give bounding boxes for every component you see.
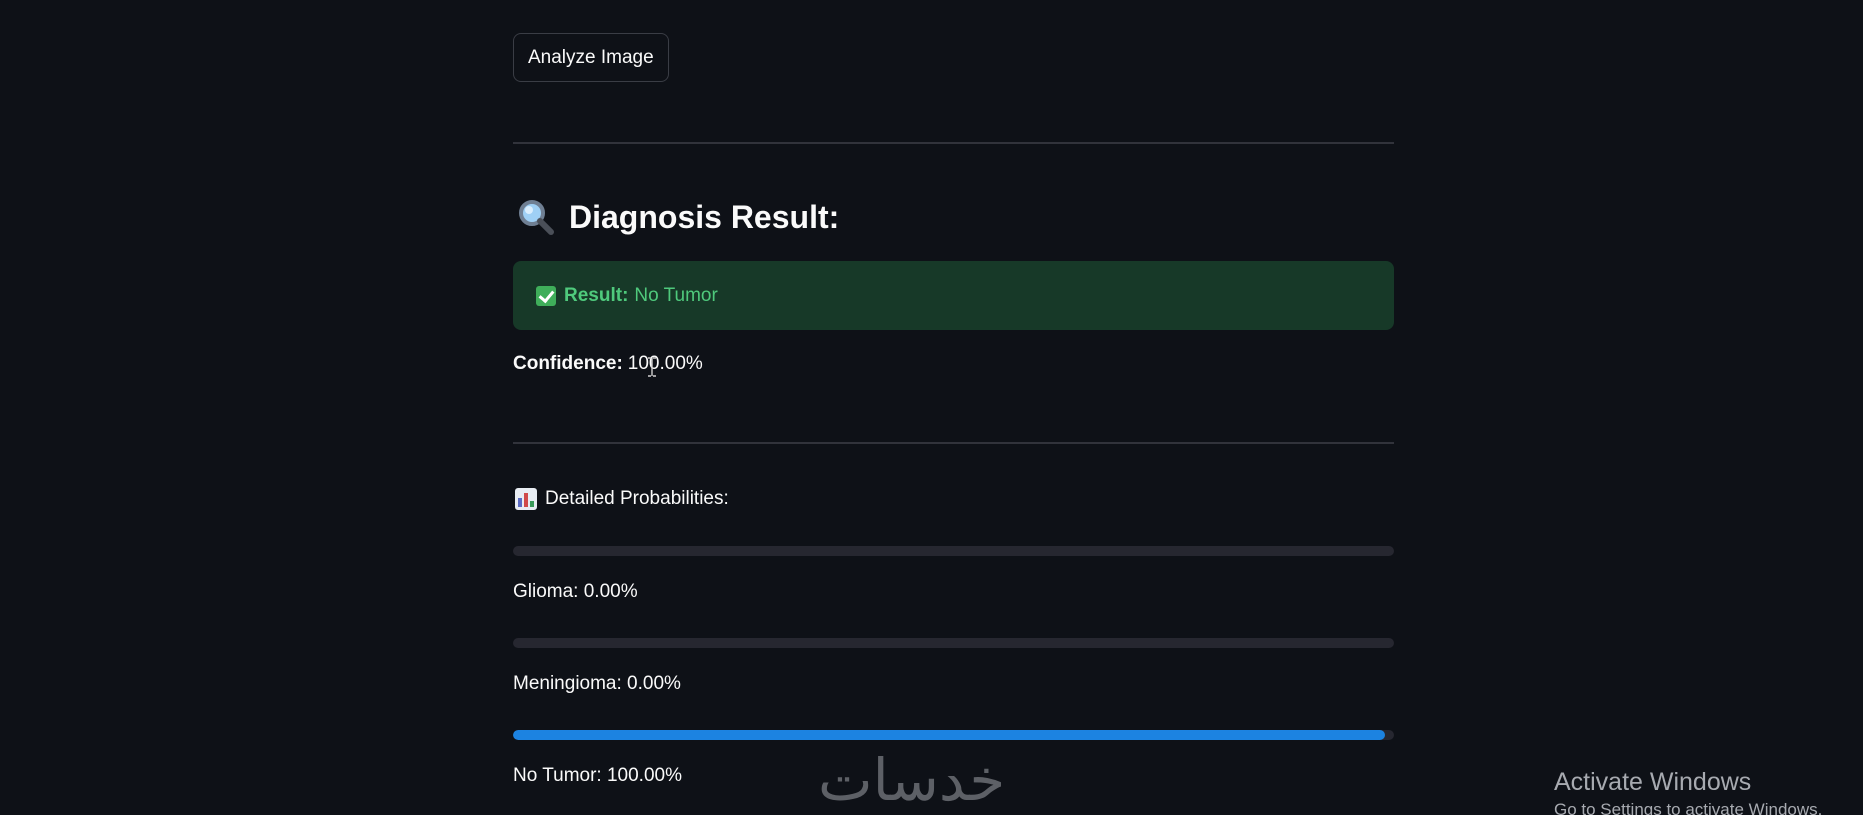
probability-label-no-tumor: No Tumor: 100.00% [513, 765, 682, 786]
probability-label-glioma: Glioma: 0.00% [513, 581, 638, 602]
result-alert: Result: No Tumor [513, 261, 1394, 330]
confidence-label: Confidence: [513, 353, 623, 374]
progress-fill [513, 730, 1386, 740]
result-alert-label: Result: [564, 284, 629, 306]
analyze-image-button[interactable]: Analyze Image [513, 33, 669, 82]
text-cursor-icon [648, 357, 656, 377]
activate-windows-title: Activate Windows [1554, 768, 1752, 796]
check-mark-icon [536, 285, 556, 306]
bar-chart-icon [515, 488, 537, 510]
magnifying-glass-icon [519, 200, 554, 235]
probabilities-heading: Detailed Probabilities: [515, 488, 729, 510]
divider [513, 442, 1394, 444]
progress-bar-glioma [513, 546, 1394, 556]
confidence-line: Confidence: 100.00% [513, 353, 703, 375]
result-alert-value: No Tumor [634, 284, 718, 306]
probabilities-heading-text: Detailed Probabilities: [545, 488, 729, 509]
progress-bar-no-tumor [513, 730, 1394, 740]
app-page: Analyze Image Diagnosis Result: Result: … [0, 0, 1863, 815]
diagnosis-heading-text: Diagnosis Result: [569, 198, 840, 235]
confidence-value: 100.00% [627, 353, 703, 374]
divider [513, 142, 1394, 144]
diagnosis-heading: Diagnosis Result: [517, 198, 839, 236]
watermark-logo: خدسات [818, 746, 1006, 814]
activate-windows-subtitle: Go to Settings to activate Windows. [1554, 800, 1823, 815]
progress-bar-meningioma [513, 638, 1394, 648]
probability-label-meningioma: Meningioma: 0.00% [513, 673, 681, 694]
